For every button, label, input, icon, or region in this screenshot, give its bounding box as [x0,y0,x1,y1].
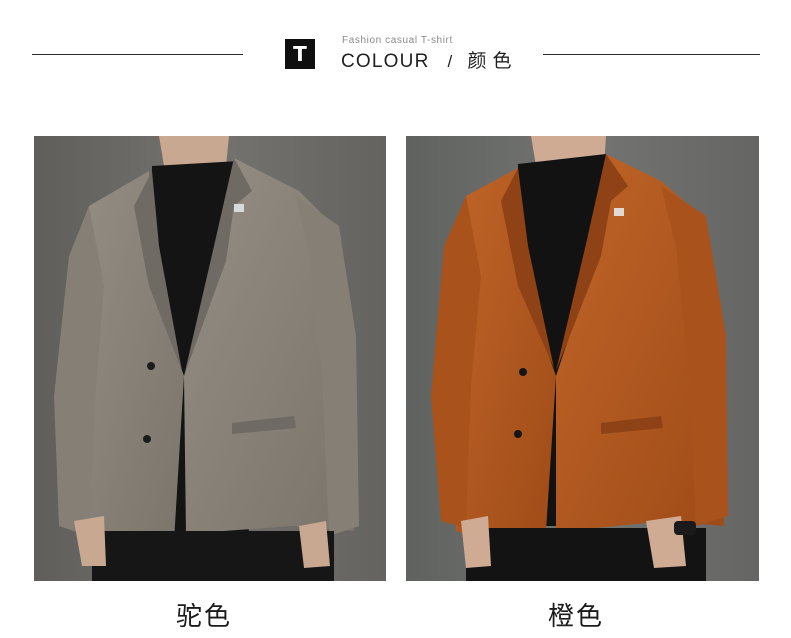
title-cn: 颜色 [467,50,518,72]
title-en: COLOUR [341,51,430,72]
product-photo-gray-blazer [34,136,386,581]
t-icon-letter: T [293,42,307,66]
header-subtitle: Fashion casual T-shirt [342,35,453,46]
product-caption-gray: 驼色 [176,602,233,632]
header-divider-right [543,54,760,55]
product-caption-orange: 橙色 [548,602,605,632]
t-icon: T [285,39,315,69]
header-title: COLOUR / 颜色 [341,46,517,73]
product-photo-orange-blazer [406,136,759,581]
header-divider-left [32,54,243,55]
title-separator: / [447,52,454,71]
